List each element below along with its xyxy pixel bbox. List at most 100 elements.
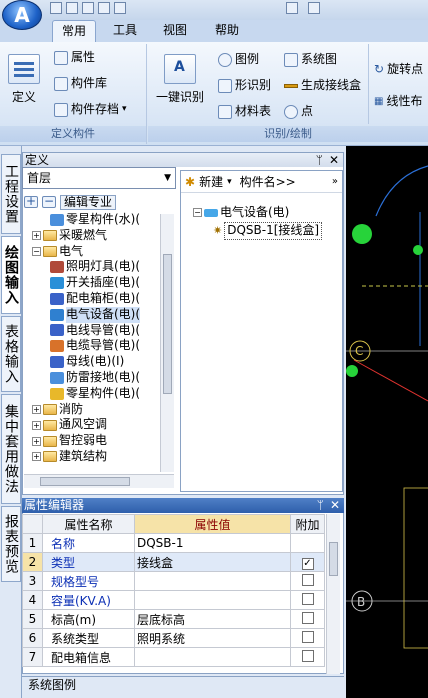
new-button[interactable]: 新建: [199, 173, 223, 190]
tab-label: 工具: [112, 23, 137, 37]
collapse-icon[interactable]: −: [193, 208, 202, 218]
tree-item[interactable]: 母线(电)(I): [28, 354, 173, 370]
app-menu-button[interactable]: A: [2, 0, 42, 30]
property-row[interactable]: 4 容量(KV.A): [22, 590, 325, 610]
vtab-drawing-input[interactable]: 绘图输入: [1, 236, 21, 314]
overflow-icon[interactable]: »: [332, 176, 342, 187]
attribute-button[interactable]: 属性: [54, 48, 95, 67]
property-value[interactable]: 接线盒: [134, 552, 291, 572]
component-save-button[interactable]: 构件存档 ▾: [54, 100, 127, 119]
expand-icon[interactable]: +: [32, 452, 41, 462]
extra-checkbox[interactable]: [301, 592, 314, 605]
line-layout-button[interactable]: ▦ 线性布: [374, 92, 422, 111]
define-button[interactable]: 定义: [6, 54, 42, 105]
system-legend-tab[interactable]: 系统图例: [22, 676, 344, 698]
drawing-canvas[interactable]: C B: [346, 146, 428, 698]
expand-icon[interactable]: +: [32, 404, 41, 414]
generate-wire-box-button[interactable]: 生成接线盒: [284, 76, 361, 95]
quick-access-tool-icon[interactable]: [286, 2, 298, 14]
component-name-button[interactable]: 构件名>>: [240, 173, 296, 190]
one-click-recognize-button[interactable]: A 一键识别: [154, 54, 206, 105]
property-row[interactable]: 1 名称 DQSB-1: [22, 533, 325, 553]
property-value[interactable]: DQSB-1: [134, 533, 291, 553]
expand-icon[interactable]: +: [32, 420, 41, 430]
tree-item[interactable]: 防雷接地(电)(: [28, 370, 173, 386]
property-row[interactable]: 5 标高(m) 层底标高: [22, 609, 325, 629]
tree-item[interactable]: 配电箱柜(电)(: [28, 291, 173, 307]
device-node[interactable]: [413, 245, 423, 255]
property-value[interactable]: 照明系统: [134, 628, 291, 648]
scrollbar-thumb[interactable]: [329, 542, 338, 576]
quick-access-save-icon[interactable]: [82, 2, 94, 14]
tab-tools[interactable]: 工具: [104, 20, 146, 42]
expand-all-icon[interactable]: +: [24, 195, 38, 208]
property-row[interactable]: 7 配电箱信息: [22, 647, 325, 667]
equipment-node[interactable]: − 电气设备(电): [193, 205, 342, 221]
vtab-table-input[interactable]: 表格输入: [1, 316, 21, 392]
device-node[interactable]: [352, 224, 372, 244]
row-number: 5: [22, 609, 43, 629]
quick-access-check-icon[interactable]: [308, 2, 320, 14]
rotate-point-button[interactable]: ↻ 旋转点: [374, 60, 423, 79]
quick-access-new-icon[interactable]: [50, 2, 62, 14]
property-scrollbar[interactable]: [326, 514, 340, 674]
legend-button[interactable]: 图例: [218, 50, 259, 69]
property-row[interactable]: 2 类型 接线盒 ✓: [22, 552, 325, 572]
property-row[interactable]: 3 规格型号: [22, 571, 325, 591]
vtab-report-preview[interactable]: 报表预览: [1, 506, 21, 582]
system-diagram-button[interactable]: 系统图: [284, 50, 337, 69]
component-item[interactable]: ✷ DQSB-1[接线盒]: [193, 221, 342, 240]
tree-horizontal-scrollbar[interactable]: [24, 474, 174, 488]
close-icon[interactable]: ✕: [329, 153, 339, 167]
extra-checkbox[interactable]: [301, 649, 314, 662]
tree-item[interactable]: 开关插座(电)(: [28, 275, 173, 291]
property-value[interactable]: 层底标高: [134, 609, 291, 629]
scrollbar-thumb[interactable]: [40, 477, 130, 486]
property-value[interactable]: [134, 571, 291, 591]
tree-folder[interactable]: + 智控弱电: [28, 433, 173, 449]
shape-recognize-button[interactable]: 形识别: [218, 76, 271, 95]
tree-item[interactable]: 照明灯具(电)(: [28, 259, 173, 275]
tree-item[interactable]: 零星构件(电)(: [28, 386, 173, 402]
extra-checkbox[interactable]: [301, 573, 314, 586]
pin-icon[interactable]: ᛘ: [316, 153, 323, 167]
material-table-button[interactable]: 材料表: [218, 102, 271, 121]
vtab-batch-apply[interactable]: 集中套用做法: [1, 394, 21, 504]
tree-vertical-scrollbar[interactable]: [160, 214, 174, 472]
expand-icon[interactable]: +: [32, 231, 41, 241]
extra-checkbox[interactable]: ✓: [301, 557, 314, 570]
extra-checkbox[interactable]: [301, 611, 314, 624]
quick-access-undo-icon[interactable]: [98, 2, 110, 14]
collapse-all-icon[interactable]: −: [42, 195, 56, 208]
expand-icon[interactable]: +: [32, 436, 41, 446]
tree-folder[interactable]: − 电气: [28, 244, 173, 260]
tree-item[interactable]: 电线导管(电)(: [28, 323, 173, 339]
tree-folder[interactable]: + 消防: [28, 402, 173, 418]
collapse-icon[interactable]: −: [32, 246, 41, 256]
extra-checkbox[interactable]: [301, 630, 314, 643]
pin-icon[interactable]: ᛘ: [317, 498, 324, 513]
quick-access-open-icon[interactable]: [66, 2, 78, 14]
tree-folder[interactable]: + 通风空调: [28, 417, 173, 433]
vtab-project-settings[interactable]: 工程设置: [1, 154, 21, 234]
tree-item[interactable]: 电气设备(电)(: [28, 306, 173, 323]
component-lib-button[interactable]: 构件库: [54, 74, 107, 93]
quick-access-redo-icon[interactable]: [114, 2, 126, 14]
tree-item[interactable]: 零星构件(水)(: [28, 212, 173, 228]
tab-common[interactable]: 常用: [52, 20, 96, 42]
floor-select[interactable]: 首层 ▼: [22, 167, 176, 189]
tree-folder[interactable]: + 建筑结构: [28, 449, 173, 465]
edit-major-button[interactable]: 编辑专业: [60, 194, 117, 210]
property-row[interactable]: 6 系统类型 照明系统: [22, 628, 325, 648]
tab-help[interactable]: 帮助: [206, 20, 248, 42]
property-value[interactable]: [134, 590, 291, 610]
scrollbar-thumb[interactable]: [163, 254, 172, 394]
device-node[interactable]: [346, 365, 358, 377]
tab-view[interactable]: 视图: [154, 20, 196, 42]
point-button[interactable]: 点: [284, 102, 313, 121]
close-icon[interactable]: ✕: [330, 498, 340, 513]
tree-item[interactable]: 电缆导管(电)(: [28, 338, 173, 354]
property-value[interactable]: [134, 647, 291, 667]
chevron-down-icon[interactable]: ▾: [227, 177, 232, 187]
tree-folder[interactable]: + 采暖燃气: [28, 228, 173, 244]
